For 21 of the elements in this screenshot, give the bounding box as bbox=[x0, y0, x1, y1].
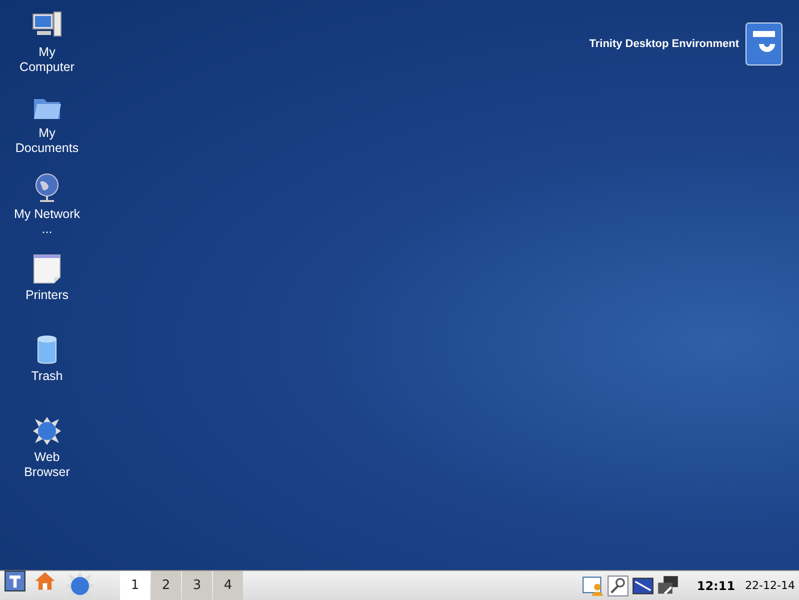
icon-label[interactable]: My Network ... bbox=[14, 207, 80, 237]
search-icon[interactable] bbox=[606, 574, 629, 596]
logo-icon bbox=[745, 22, 783, 66]
icon-label[interactable]: Web Browser bbox=[14, 450, 80, 480]
desktop-button[interactable]: 3 bbox=[182, 571, 212, 600]
desktop-button[interactable]: 4 bbox=[213, 571, 243, 600]
clock-time[interactable]: 12:11 bbox=[696, 578, 736, 592]
globe-gear-icon bbox=[31, 415, 63, 447]
network-icon[interactable] bbox=[656, 574, 679, 596]
document-icon bbox=[31, 253, 63, 285]
desktop-button[interactable]: 1 bbox=[120, 571, 150, 600]
icon-label[interactable]: Printers bbox=[14, 288, 80, 303]
brand-text: Trinity Desktop Environment bbox=[589, 38, 739, 50]
menu-icon[interactable] bbox=[4, 570, 26, 592]
icon-label[interactable]: My Computer bbox=[14, 45, 80, 75]
contacts-icon[interactable] bbox=[582, 574, 604, 596]
desktop-button[interactable]: 2 bbox=[151, 571, 181, 600]
home-icon[interactable] bbox=[34, 570, 56, 592]
icon-label[interactable]: My Documents bbox=[14, 126, 80, 156]
icon-label[interactable]: Trash bbox=[14, 369, 80, 384]
clock-date[interactable]: 22-12-14 bbox=[745, 579, 795, 592]
